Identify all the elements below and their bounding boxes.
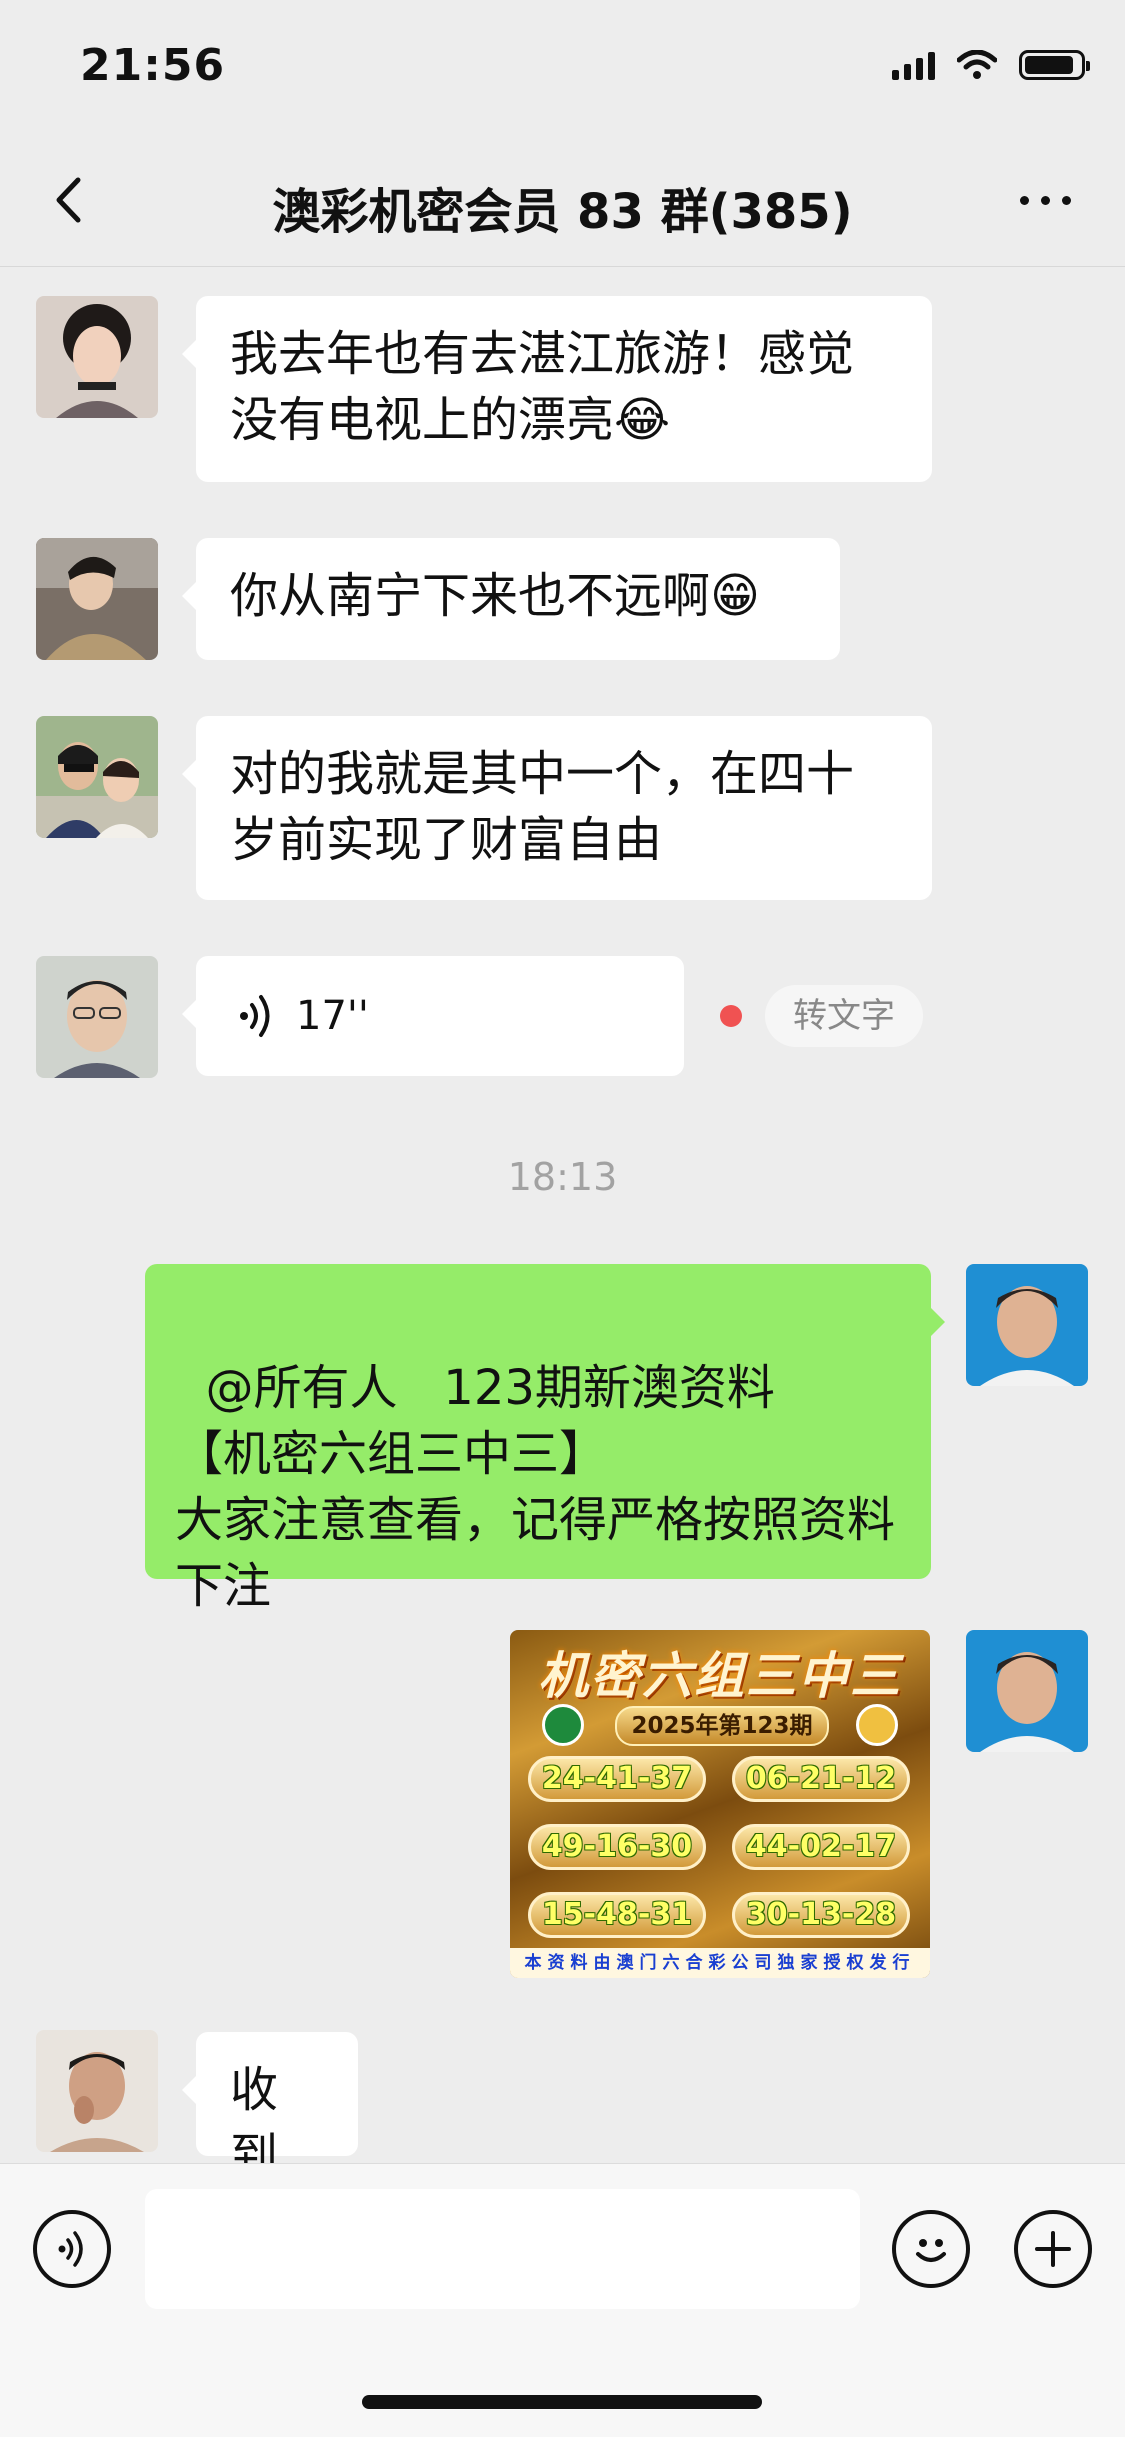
card-number: 15-48-31 xyxy=(528,1892,706,1938)
avatar[interactable] xyxy=(36,2030,158,2152)
own-avatar[interactable] xyxy=(966,1264,1088,1386)
voice-input-button[interactable] xyxy=(33,2210,111,2288)
own-message-bubble[interactable]: @所有人 123期新澳资料 【机密六组三中三】 大家注意查看，记得严格按照资料下… xyxy=(145,1264,945,1614)
avatar[interactable] xyxy=(36,538,158,660)
unread-dot xyxy=(720,1005,742,1027)
status-icons xyxy=(892,50,1090,80)
lottery-logo-icon xyxy=(856,1704,898,1746)
lottery-image-message[interactable]: 机密六组三中三 2025年第123期 24-41-37 06-21-12 49-… xyxy=(510,1630,930,1978)
nav-bar: 澳彩机密会员 83 群(385) xyxy=(0,140,1125,267)
message-text: 对的我就是其中一个，在四十岁前实现了财富自由 xyxy=(230,746,855,868)
message-bubble[interactable]: 收到 xyxy=(182,2032,358,2184)
message-timestamp: 18:13 xyxy=(507,1155,618,1199)
emoji-icon xyxy=(916,2239,946,2262)
message-bubble[interactable]: 你从南宁下来也不远啊😁 xyxy=(182,538,840,660)
message-text: 你从南宁下来也不远啊😁 xyxy=(230,568,761,624)
wifi-icon xyxy=(957,50,997,79)
avatar[interactable] xyxy=(36,956,158,1078)
more-button[interactable] xyxy=(1005,185,1085,215)
message-bubble[interactable]: 我去年也有去湛江旅游！感觉没有电视上的漂亮😂 xyxy=(182,296,932,482)
card-title: 机密六组三中三 xyxy=(538,1647,902,1705)
card-number: 06-21-12 xyxy=(732,1756,910,1802)
card-number: 30-13-28 xyxy=(732,1892,910,1938)
home-indicator xyxy=(362,2395,762,2409)
avatar[interactable] xyxy=(36,716,158,838)
message-text: 我去年也有去湛江旅游！感觉没有电视上的漂亮😂 xyxy=(230,326,855,448)
message-input[interactable] xyxy=(145,2189,860,2309)
message-text: @所有人 123期新澳资料 【机密六组三中三】 大家注意查看，记得严格按照资料下… xyxy=(175,1360,896,1614)
card-number: 49-16-30 xyxy=(528,1824,706,1870)
voice-message-bubble[interactable]: 17'' xyxy=(182,956,684,1076)
macau-emblem-icon xyxy=(542,1704,584,1746)
more-icon xyxy=(1019,195,1029,205)
emoji-button[interactable] xyxy=(892,2210,970,2288)
card-number: 24-41-37 xyxy=(528,1756,706,1802)
avatar[interactable] xyxy=(36,296,158,418)
chat-title: 澳彩机密会员 83 群(385) xyxy=(272,184,853,240)
plus-icon xyxy=(1035,2231,1071,2267)
battery-icon xyxy=(1019,50,1090,80)
plus-button[interactable] xyxy=(1014,2210,1092,2288)
own-avatar[interactable] xyxy=(966,1630,1088,1752)
cellular-signal-icon xyxy=(892,50,935,80)
card-issue: 2025年第123期 xyxy=(615,1706,829,1746)
voice-icon xyxy=(58,2231,83,2267)
card-footer: 本资料由澳门六合彩公司独家授权发行 xyxy=(510,1948,930,1978)
voice-duration: 17'' xyxy=(296,993,369,1039)
status-bar: 21:56 xyxy=(0,0,1125,140)
voice-wave-icon xyxy=(240,995,270,1037)
message-bubble[interactable]: 对的我就是其中一个，在四十岁前实现了财富自由 xyxy=(182,716,932,900)
status-time: 21:56 xyxy=(80,40,226,91)
transcribe-button[interactable]: 转文字 xyxy=(765,985,923,1047)
card-number: 44-02-17 xyxy=(732,1824,910,1870)
